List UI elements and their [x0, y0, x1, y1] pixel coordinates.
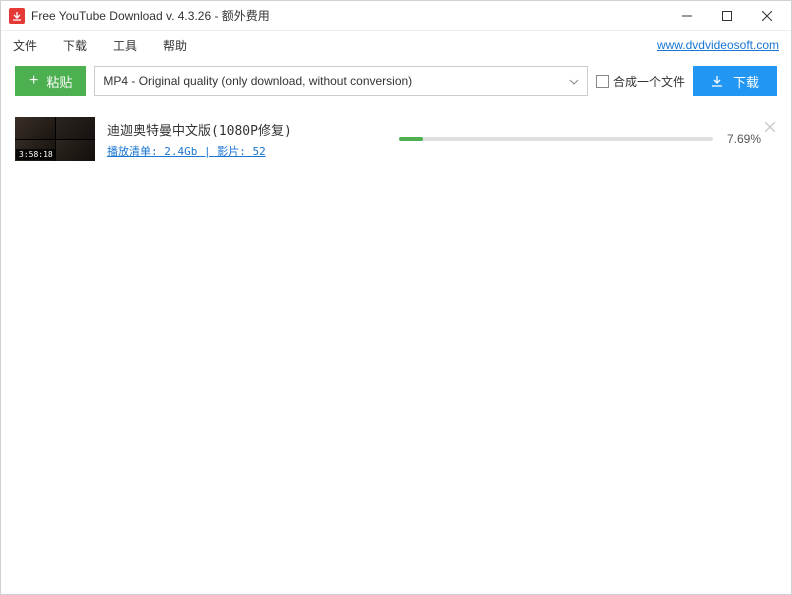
maximize-button[interactable] — [707, 2, 747, 30]
download-icon — [711, 75, 723, 87]
menubar: 文件 下载 工具 帮助 www.dvdvideosoft.com — [1, 31, 791, 59]
checkbox-icon — [596, 75, 609, 88]
window-controls — [667, 2, 787, 30]
thumb-cell — [15, 117, 55, 139]
thumbnail-grid[interactable]: 3:58:18 — [15, 117, 95, 161]
duration-badge: 3:58:18 — [16, 149, 56, 160]
progress-section: 7.69% — [399, 132, 777, 146]
item-meta-link[interactable]: 播放清单: 2.4Gb | 影片: 52 — [107, 143, 387, 159]
download-label: 下载 — [733, 72, 759, 91]
menu-help[interactable]: 帮助 — [163, 37, 187, 54]
progress-bar — [399, 137, 713, 141]
merge-checkbox[interactable]: 合成一个文件 — [596, 73, 685, 90]
format-select[interactable]: MP4 - Original quality (only download, w… — [94, 66, 588, 96]
plus-icon: + — [29, 73, 38, 89]
content-area: 3:58:18 迪迦奥特曼中文版(1080P修复) 播放清单: 2.4Gb | … — [1, 103, 791, 175]
chevron-down-icon — [569, 74, 579, 88]
remove-item-button[interactable] — [763, 117, 777, 137]
menu-download[interactable]: 下载 — [63, 37, 87, 54]
close-icon — [765, 122, 775, 132]
minimize-button[interactable] — [667, 2, 707, 30]
download-item: 3:58:18 迪迦奥特曼中文版(1080P修复) 播放清单: 2.4Gb | … — [15, 117, 777, 161]
toolbar: + 粘贴 MP4 - Original quality (only downlo… — [1, 59, 791, 103]
item-info: 迪迦奥特曼中文版(1080P修复) 播放清单: 2.4Gb | 影片: 52 — [107, 120, 387, 159]
progress-fill — [399, 137, 423, 141]
menu-tools[interactable]: 工具 — [113, 37, 137, 54]
close-button[interactable] — [747, 2, 787, 30]
paste-button[interactable]: + 粘贴 — [15, 66, 86, 96]
titlebar: Free YouTube Download v. 4.3.26 - 额外费用 — [1, 1, 791, 31]
paste-label: 粘贴 — [46, 72, 72, 91]
item-title: 迪迦奥特曼中文版(1080P修复) — [107, 120, 387, 139]
thumb-cell — [56, 117, 96, 139]
window-title: Free YouTube Download v. 4.3.26 - 额外费用 — [31, 7, 667, 24]
format-value: MP4 - Original quality (only download, w… — [103, 74, 412, 88]
menu-file[interactable]: 文件 — [13, 37, 37, 54]
download-button[interactable]: 下载 — [693, 66, 777, 96]
app-icon — [9, 8, 25, 24]
merge-label: 合成一个文件 — [613, 73, 685, 90]
thumb-cell — [56, 140, 96, 162]
website-link[interactable]: www.dvdvideosoft.com — [657, 38, 779, 52]
